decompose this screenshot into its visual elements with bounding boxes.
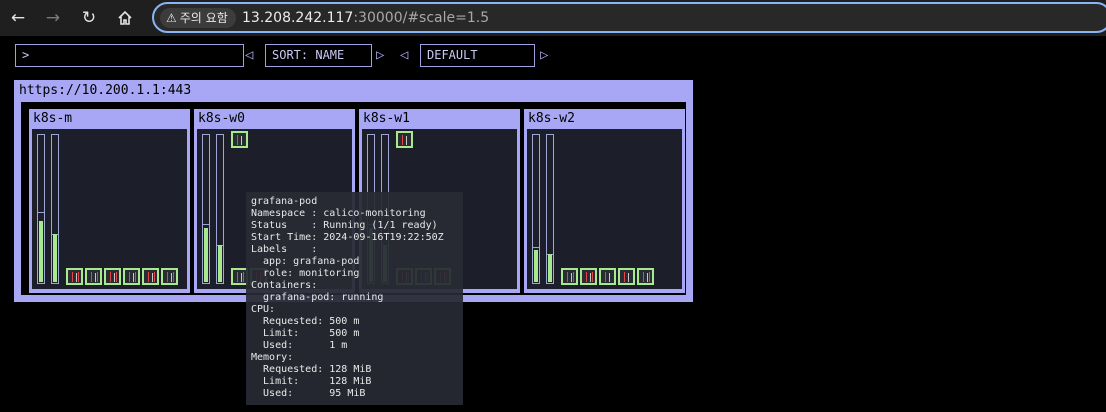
cluster-url: https://10.200.1.1:443: [19, 83, 192, 98]
tooltip-line: Memory:: [251, 352, 294, 363]
pod-tooltip: grafana-pod Namespace : calico-monitorin…: [246, 192, 463, 405]
pod[interactable]: [66, 268, 83, 285]
tooltip-line: grafana-pod: [251, 196, 318, 207]
node-name: k8s-m: [33, 111, 73, 126]
home-icon: [118, 10, 132, 25]
address-bar[interactable]: ⚠ 주의 요함 13.208.242.117:30000/#scale=1.5: [152, 2, 1106, 33]
sort-prev-arrow-icon[interactable]: ◁: [245, 44, 253, 67]
tooltip-line: Start Time: 2024-09-16T19:22:50Z: [251, 232, 444, 243]
security-warning-label: 주의 요함: [179, 11, 228, 25]
node-box[interactable]: k8s-w2: [524, 109, 685, 293]
node-name: k8s-w2: [528, 111, 575, 126]
tooltip-line: Used: 95 MiB: [251, 388, 366, 399]
cpu-requested-marker: [203, 224, 209, 225]
security-warning-chip[interactable]: ⚠ 주의 요함: [160, 8, 236, 28]
reload-button[interactable]: ↻: [77, 6, 101, 30]
pod[interactable]: [561, 268, 578, 285]
tooltip-line: Status : Running (1/1 ready): [251, 220, 438, 231]
pod[interactable]: [599, 268, 616, 285]
tooltip-line: Labels :: [251, 244, 318, 255]
filter-input[interactable]: >: [15, 44, 244, 67]
pod[interactable]: [85, 268, 102, 285]
theme-selector[interactable]: DEFAULT: [420, 44, 535, 67]
tooltip-line: Limit: 128 MiB: [251, 376, 372, 387]
memory-usage-fill: [548, 254, 552, 282]
arrow-right-icon: →: [45, 8, 61, 28]
node-name: k8s-w1: [363, 111, 410, 126]
cpu-requested-marker: [38, 212, 44, 213]
tooltip-line: app: grafana-pod: [251, 256, 360, 267]
pod-grafana[interactable]: [231, 131, 248, 148]
memory-bar: [51, 134, 59, 284]
memory-usage-fill: [53, 234, 57, 282]
tooltip-line: Namespace : calico-monitoring: [251, 208, 426, 219]
theme-prev-arrow-icon[interactable]: ◁: [400, 44, 408, 67]
node-box[interactable]: k8s-m: [29, 109, 190, 293]
cpu-usage-fill: [39, 221, 43, 282]
pod[interactable]: [142, 268, 159, 285]
memory-bar: [546, 134, 554, 284]
arrow-left-icon: ←: [10, 8, 26, 28]
cpu-requested-marker: [533, 247, 539, 248]
memory-usage-fill: [218, 245, 222, 282]
tooltip-line: Containers:: [251, 280, 318, 291]
tooltip-line: Requested: 500 m: [251, 316, 360, 327]
cpu-bar: [532, 134, 540, 284]
url-path: :30000/#scale=1.5: [353, 10, 490, 26]
tooltip-line: Requested: 128 MiB: [251, 364, 372, 375]
pod[interactable]: [161, 268, 178, 285]
memory-bar: [216, 134, 224, 284]
node-body: [32, 129, 187, 289]
pod[interactable]: [123, 268, 140, 285]
tooltip-line: Used: 1 m: [251, 340, 348, 351]
reload-icon: ↻: [81, 8, 97, 28]
node-body: [527, 129, 682, 289]
pod[interactable]: [104, 268, 121, 285]
cpu-usage-fill: [204, 228, 208, 282]
tooltip-line: Limit: 500 m: [251, 328, 360, 339]
cpu-bar: [37, 134, 45, 284]
node-name: k8s-w0: [198, 111, 245, 126]
sort-next-arrow-icon[interactable]: ▷: [376, 44, 384, 67]
tooltip-line: CPU:: [251, 304, 276, 315]
theme-next-arrow-icon[interactable]: ▷: [540, 44, 548, 67]
browser-toolbar: ← → ↻ ⚠ 주의 요함 13.208.242.117:30000/#scale…: [0, 0, 1106, 36]
url-host: 13.208.242.117: [242, 10, 354, 26]
warning-icon: ⚠: [166, 11, 177, 25]
tooltip-line: grafana-pod: running: [251, 292, 384, 303]
back-button[interactable]: ←: [6, 6, 30, 30]
tooltip-line: role: monitoring: [251, 268, 360, 279]
sort-selector[interactable]: SORT: NAME: [265, 44, 372, 67]
pod[interactable]: [396, 131, 413, 148]
forward-button[interactable]: →: [41, 6, 65, 30]
url-text[interactable]: 13.208.242.117:30000/#scale=1.5: [242, 8, 489, 28]
kube-ops-view: > ◁ SORT: NAME ▷ ◁ DEFAULT ▷ https://10.…: [0, 36, 1106, 412]
cpu-usage-fill: [534, 250, 538, 282]
cpu-bar: [202, 134, 210, 284]
pod[interactable]: [637, 268, 654, 285]
home-button[interactable]: [113, 6, 137, 30]
pod[interactable]: [618, 268, 635, 285]
pod[interactable]: [580, 268, 597, 285]
